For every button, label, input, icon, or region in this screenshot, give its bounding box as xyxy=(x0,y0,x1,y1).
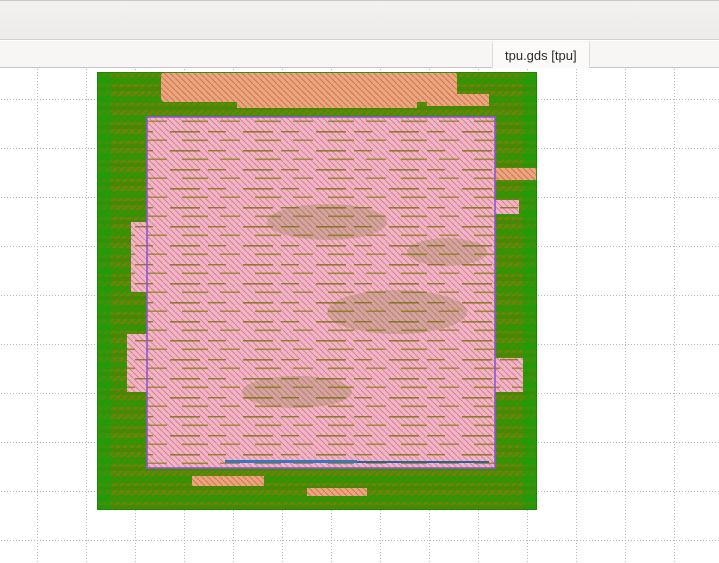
window-chrome xyxy=(0,0,719,40)
die-rendering xyxy=(97,72,537,510)
tab-bar: tpu.gds [tpu] xyxy=(0,41,719,68)
layout-canvas[interactable] xyxy=(0,68,719,563)
app-window: tpu.gds [tpu] xyxy=(0,0,719,563)
tab-label: tpu.gds [tpu] xyxy=(505,47,577,63)
tab-tpu-gds[interactable]: tpu.gds [tpu] xyxy=(492,42,590,68)
pink-macro-layer xyxy=(127,117,523,468)
